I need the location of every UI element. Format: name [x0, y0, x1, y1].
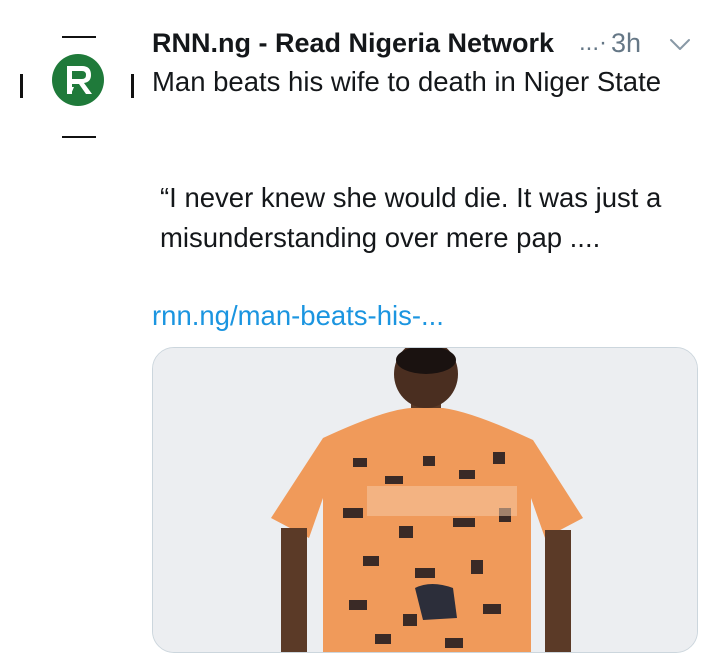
author-name[interactable]: RNN.ng - Read Nigeria Network [152, 24, 554, 62]
timestamp[interactable]: 3h [611, 24, 641, 62]
tweet-quote: “I never knew she would die. It was just… [152, 178, 692, 258]
chevron-down-icon[interactable] [668, 32, 692, 56]
divider-fragment [62, 36, 96, 38]
photo-man-in-orange-shirt [153, 348, 697, 652]
article-link[interactable]: rnn.ng/man-beats-his-... [152, 296, 444, 336]
author-overflow: ...· [579, 29, 607, 56]
avatar[interactable] [38, 40, 118, 120]
headline-text: Man beats his wife to death in Niger Sta… [152, 66, 662, 97]
divider-fragment [62, 136, 96, 138]
divider-fragment [20, 74, 23, 98]
divider-fragment [131, 74, 134, 98]
tweet-header: RNN.ng - Read Nigeria Network ...· 3h [152, 24, 702, 64]
rnn-logo-icon [52, 54, 104, 106]
tweet-headline: Man beats his wife to death in Niger Sta… [152, 62, 692, 102]
quote-text: “I never knew she would die. It was just… [160, 182, 662, 253]
media-image[interactable] [152, 347, 698, 653]
